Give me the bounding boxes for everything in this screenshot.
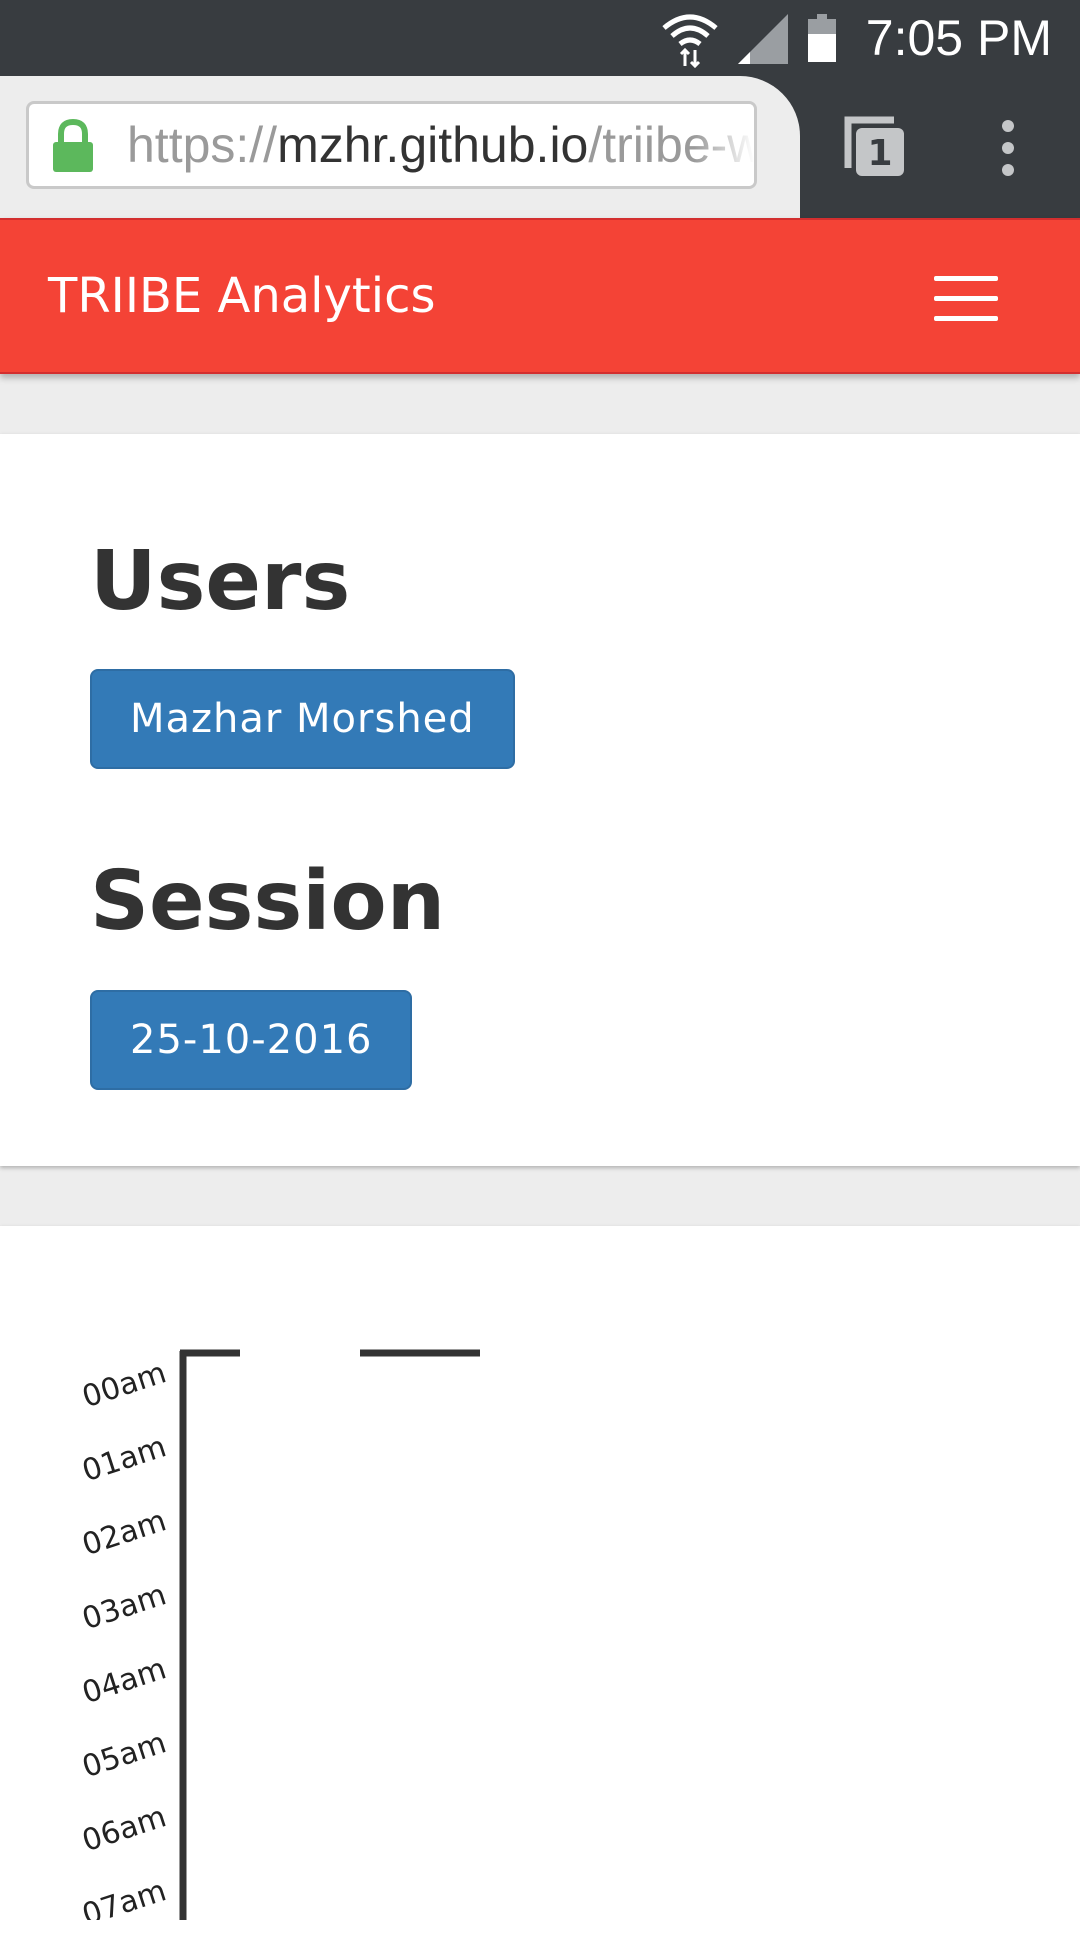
status-bar: 7:05 PM bbox=[0, 0, 1080, 76]
hamburger-icon[interactable] bbox=[934, 276, 998, 321]
session-chart: 00am 01am 02am 03am 04am 05am 06am 07am bbox=[78, 1349, 480, 1920]
url-text[interactable]: https://mzhr.github.io/triibe-w bbox=[127, 104, 754, 186]
tabs-icon[interactable]: 1 bbox=[840, 112, 910, 182]
battery-icon bbox=[808, 14, 836, 62]
y-tick-label: 06am bbox=[78, 1799, 170, 1859]
session-heading: Session bbox=[90, 854, 446, 949]
url-bar[interactable]: https://mzhr.github.io/triibe-w bbox=[26, 101, 757, 189]
overflow-menu-icon[interactable] bbox=[996, 116, 1020, 180]
hamburger-line bbox=[934, 296, 998, 301]
y-tick-label: 02am bbox=[78, 1503, 170, 1563]
tab-count: 1 bbox=[867, 133, 892, 174]
url-scheme: https:// bbox=[127, 117, 278, 173]
selection-card: Users Mazhar Morshed Session 25-10-2016 bbox=[0, 434, 1080, 1166]
hamburger-line bbox=[934, 316, 998, 321]
signal-icon bbox=[738, 14, 788, 64]
url-fade bbox=[694, 104, 754, 186]
url-domain: mzhr.github.io bbox=[277, 117, 589, 173]
session-button[interactable]: 25-10-2016 bbox=[90, 990, 413, 1090]
navbar: TRIIBE Analytics bbox=[0, 218, 1080, 374]
browser-toolbar: https://mzhr.github.io/triibe-w 1 bbox=[0, 76, 1080, 218]
navbar-brand[interactable]: TRIIBE Analytics bbox=[48, 220, 435, 372]
y-tick-label: 00am bbox=[78, 1355, 170, 1415]
y-tick-label: 01am bbox=[78, 1429, 170, 1489]
status-time: 7:05 PM bbox=[865, 10, 1052, 66]
lock-icon bbox=[53, 118, 93, 172]
hamburger-line bbox=[934, 276, 998, 281]
y-tick-label: 07am bbox=[78, 1873, 170, 1920]
wifi-icon bbox=[662, 14, 718, 68]
y-tick-label: 04am bbox=[78, 1651, 170, 1711]
user-button[interactable]: Mazhar Morshed bbox=[90, 669, 515, 769]
users-heading: Users bbox=[90, 534, 351, 629]
y-tick-label: 03am bbox=[78, 1577, 170, 1637]
y-tick-label: 05am bbox=[78, 1725, 170, 1785]
